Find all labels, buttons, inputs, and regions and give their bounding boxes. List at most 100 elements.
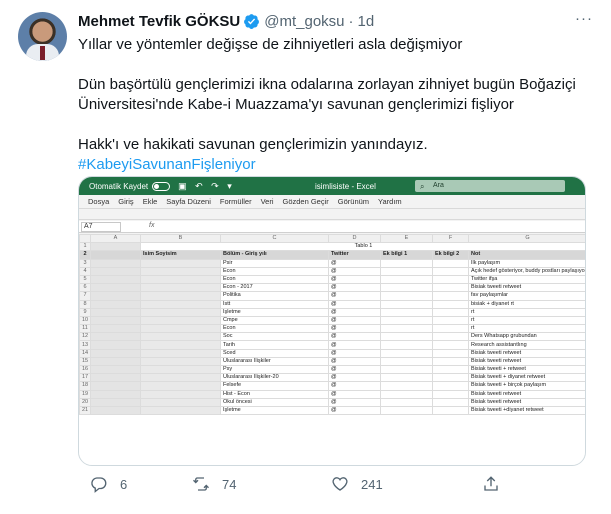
cell bbox=[90, 324, 141, 334]
redacted-name-cell bbox=[140, 364, 221, 375]
row-header: 13 bbox=[79, 340, 91, 350]
like-button[interactable]: 241 bbox=[331, 475, 383, 493]
cell bbox=[432, 332, 469, 342]
cell bbox=[380, 283, 433, 293]
corner-cell bbox=[79, 233, 91, 244]
heart-icon bbox=[332, 477, 348, 491]
more-options-icon[interactable]: ··· bbox=[575, 10, 593, 27]
department-cell: İşletme bbox=[220, 405, 329, 416]
table-title: Tablo 1 bbox=[140, 242, 585, 252]
author-handle[interactable]: @mt_goksu bbox=[264, 13, 344, 30]
cell bbox=[90, 332, 141, 342]
autosave-toggle bbox=[152, 181, 171, 191]
table-row: 5 Econ @ Twitter ifşa bbox=[79, 274, 585, 285]
excel-search-placeholder: Ara bbox=[433, 182, 444, 189]
row-header: 14 bbox=[79, 348, 91, 358]
redacted-name-cell bbox=[140, 274, 221, 285]
note-cell: rt bbox=[468, 307, 585, 317]
cell bbox=[380, 340, 433, 350]
department-cell: Psir bbox=[220, 258, 329, 268]
cell bbox=[432, 348, 469, 358]
twitter-cell: @ bbox=[328, 299, 381, 309]
header-cell: Ek bilgi 1 bbox=[380, 250, 433, 260]
excel-menu-item: Yardım bbox=[378, 197, 402, 206]
row-header: 5 bbox=[79, 274, 91, 285]
tweet-actions: 6 74 241 bbox=[78, 472, 598, 496]
meta-separator: · bbox=[348, 12, 354, 30]
redacted-name-cell bbox=[140, 397, 221, 407]
cell bbox=[432, 405, 469, 416]
tweet: Mehmet Tevfik GÖKSU @mt_goksu · 1d ··· Y… bbox=[0, 0, 611, 514]
tweet-body: Yıllar ve yöntemler değişse de zihniyetl… bbox=[78, 35, 593, 175]
redacted-name-cell bbox=[140, 315, 221, 326]
table-row: 6 Econ - 2017 @ Bisiak tweeti retweet bbox=[79, 283, 585, 293]
reply-count: 6 bbox=[120, 476, 128, 492]
author-name[interactable]: Mehmet Tevfik GÖKSU bbox=[78, 13, 240, 30]
cell bbox=[432, 397, 469, 407]
cell bbox=[432, 324, 469, 334]
table-row: 21 İşletme @ Bisiak tweeti +diyanet retweet bbox=[79, 405, 585, 416]
table-row: 18 Felsefe @ Bisiak tweeti + birçok paylaşı… bbox=[79, 381, 585, 391]
cell bbox=[90, 274, 141, 285]
cell bbox=[90, 405, 141, 416]
tweet-media-image[interactable]: Otomatik Kaydet ▣ ↶ ↷ ▾ isimlisiste - Ex… bbox=[78, 176, 586, 466]
twitter-cell: @ bbox=[328, 348, 381, 358]
avatar[interactable] bbox=[18, 12, 67, 61]
twitter-cell: @ bbox=[328, 258, 381, 268]
cell bbox=[90, 266, 141, 276]
hashtag-link[interactable]: #KabeyiSavunanFişleniyor bbox=[78, 155, 593, 175]
cell bbox=[432, 389, 469, 399]
row-header: 17 bbox=[79, 373, 91, 383]
redacted-name-cell bbox=[140, 258, 221, 268]
cell bbox=[380, 315, 433, 326]
like-count: 241 bbox=[361, 476, 383, 492]
table-row: 13 Tarih @ Research assistantlıng bbox=[79, 340, 585, 350]
table-row: 4 Econ @ Açık hedef gösteriyor, buddy postl… bbox=[79, 266, 585, 276]
row-header: 1 bbox=[79, 242, 91, 252]
row-header: 10 bbox=[79, 315, 91, 326]
row-header: 21 bbox=[79, 405, 91, 416]
department-cell: Okul öncesi bbox=[220, 397, 329, 407]
cell bbox=[90, 307, 141, 317]
cell bbox=[432, 266, 469, 276]
note-cell: Twitter ifşa bbox=[468, 274, 585, 285]
cell bbox=[90, 397, 141, 407]
department-cell: Istt bbox=[220, 299, 329, 309]
excel-doc-title: isimlisiste - Excel bbox=[315, 181, 376, 191]
quick-access-icons: ▣ ↶ ↷ ▾ bbox=[178, 180, 235, 191]
redacted-name-cell bbox=[140, 356, 221, 367]
department-cell: Politika bbox=[220, 291, 329, 301]
note-cell: Bisiak tweeti + retweet bbox=[468, 364, 585, 375]
twitter-cell: @ bbox=[328, 405, 381, 416]
redacted-name-cell bbox=[140, 373, 221, 383]
reply-button[interactable]: 6 bbox=[90, 475, 127, 493]
table-row: 3 Psir @ İlk paylaşım bbox=[79, 258, 585, 268]
department-cell: Econ bbox=[220, 274, 329, 285]
row-header: 4 bbox=[79, 266, 91, 276]
table-row: 17 Uluslararası İlişkiler-20 @ Bisiak tweet… bbox=[79, 373, 585, 383]
redacted-name-cell bbox=[140, 324, 221, 334]
table-row: 14 Sced @ Bisiak tweeti retweet bbox=[79, 348, 585, 358]
department-cell: İşletme bbox=[220, 307, 329, 317]
twitter-cell: @ bbox=[328, 266, 381, 276]
column-header: E bbox=[380, 233, 433, 244]
header-cell: Ek bilgi 2 bbox=[432, 250, 469, 260]
tweet-paragraph-3: Hakk'ı ve hakikati savunan gençlerimizin… bbox=[78, 136, 428, 153]
tweet-time[interactable]: 1d bbox=[358, 13, 375, 30]
redacted-name-cell bbox=[140, 283, 221, 293]
excel-menu-item: Gözden Geçir bbox=[282, 197, 329, 206]
excel-menu-item: Ekle bbox=[142, 197, 158, 206]
note-cell: rt bbox=[468, 324, 585, 334]
department-cell: Sced bbox=[220, 348, 329, 358]
row-header: 8 bbox=[79, 299, 91, 309]
redacted-name-cell bbox=[140, 348, 221, 358]
table-row: 7 Politika @ fav paylaşımlar bbox=[79, 291, 585, 301]
row-header: 15 bbox=[79, 356, 91, 367]
share-button[interactable] bbox=[482, 475, 500, 493]
cell bbox=[380, 389, 433, 399]
search-icon: ⌕ bbox=[420, 182, 425, 191]
avatar-tie bbox=[40, 46, 45, 60]
cell bbox=[380, 274, 433, 285]
retweet-button[interactable]: 74 bbox=[192, 475, 236, 493]
excel-menu-bar: Dosya Giriş Ekle Sayfa Düzeni Formüller … bbox=[79, 195, 585, 209]
